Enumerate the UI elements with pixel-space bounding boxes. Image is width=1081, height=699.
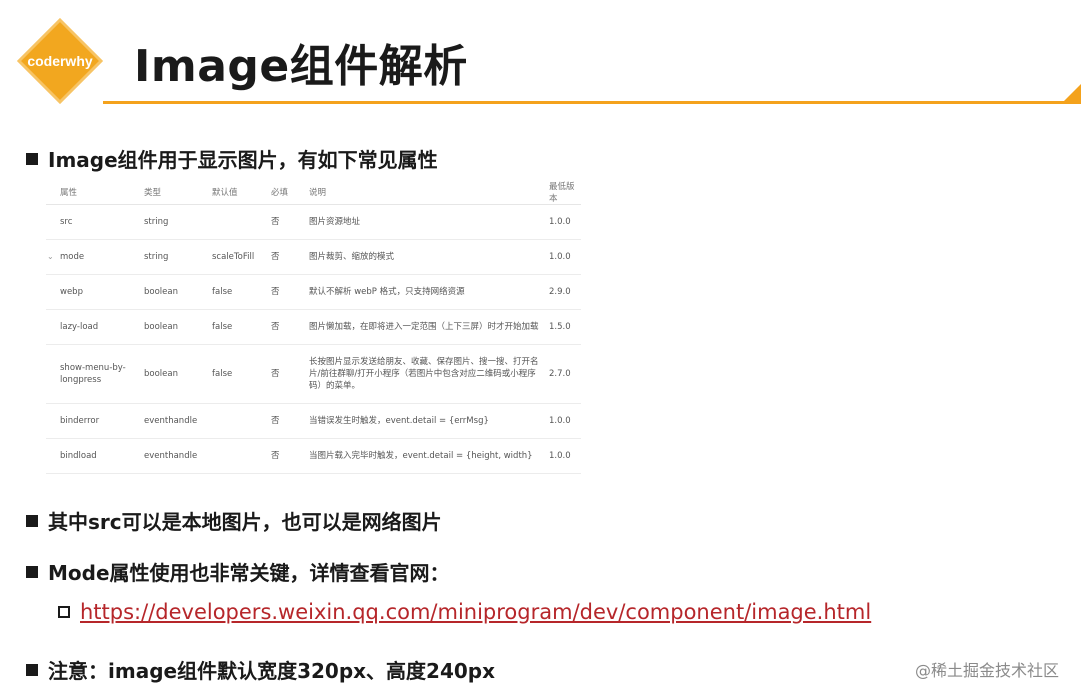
cell-description: 图片资源地址 bbox=[309, 204, 549, 240]
bullet-square-icon bbox=[26, 514, 38, 527]
cell-name: show-menu-by-longpress bbox=[46, 344, 144, 404]
cell-description: 当错误发生时触发，event.detail = {errMsg} bbox=[309, 403, 549, 439]
header-type: 类型 bbox=[144, 180, 212, 205]
bullet-square-icon bbox=[26, 663, 38, 676]
cell-name: lazy-load bbox=[46, 309, 144, 345]
logo: coderwhy bbox=[16, 17, 104, 105]
header-default: 默认值 bbox=[212, 180, 271, 205]
cell-required: 否 bbox=[271, 438, 309, 474]
bullet-intro-text: Image组件用于显示图片，有如下常见属性 bbox=[48, 148, 438, 172]
cell-default bbox=[212, 403, 271, 439]
cell-description: 图片裁剪、缩放的模式 bbox=[309, 239, 549, 275]
title-divider bbox=[103, 101, 1067, 104]
bullet-square-icon bbox=[26, 565, 38, 578]
cell-default bbox=[212, 438, 271, 474]
header-attr: 属性 bbox=[46, 180, 144, 205]
table-row: show-menu-by-longpress boolean false 否 长… bbox=[46, 344, 581, 404]
cell-type: string bbox=[144, 239, 212, 275]
attribute-table: 属性 类型 默认值 必填 说明 最低版本 src string 否 图片资源地址… bbox=[46, 180, 581, 474]
watermark: @稀土掘金技术社区 bbox=[914, 661, 1059, 680]
cell-default: scaleToFill bbox=[212, 239, 271, 275]
bullet-note: 注意：image组件默认宽度320px、高度240px bbox=[26, 655, 495, 684]
title-corner-accent bbox=[1061, 84, 1081, 104]
table-row: binderror eventhandle 否 当错误发生时触发，event.d… bbox=[46, 403, 581, 439]
cell-default: false bbox=[212, 309, 271, 345]
header-required: 必填 bbox=[271, 180, 309, 205]
table-row: webp boolean false 否 默认不解析 webP 格式，只支持网络… bbox=[46, 274, 581, 310]
bullet-note-text: 注意：image组件默认宽度320px、高度240px bbox=[48, 659, 496, 683]
chevron-down-icon[interactable]: ⌄ bbox=[47, 251, 54, 263]
cell-name: src bbox=[46, 204, 144, 240]
cell-type: boolean bbox=[144, 344, 212, 404]
header-version: 最低版本 bbox=[549, 180, 581, 205]
cell-version: 1.0.0 bbox=[549, 403, 581, 439]
cell-name-text: mode bbox=[60, 251, 85, 262]
cell-version: 2.7.0 bbox=[549, 344, 581, 404]
cell-type: string bbox=[144, 204, 212, 240]
page-title: Image组件解析 bbox=[134, 41, 468, 92]
cell-type: boolean bbox=[144, 274, 212, 310]
cell-type: eventhandle bbox=[144, 403, 212, 439]
cell-required: 否 bbox=[271, 344, 309, 404]
cell-version: 1.5.0 bbox=[549, 309, 581, 345]
cell-default: false bbox=[212, 344, 271, 404]
cell-name: ⌄ mode bbox=[46, 239, 144, 275]
bullet-mode-text: Mode属性使用也非常关键，详情查看官网： bbox=[48, 561, 450, 585]
table-row: lazy-load boolean false 否 图片懒加载，在即将进入一定范… bbox=[46, 309, 581, 345]
bullet-intro: Image组件用于显示图片，有如下常见属性 bbox=[26, 144, 438, 173]
table-row: ⌄ mode string scaleToFill 否 图片裁剪、缩放的模式 1.… bbox=[46, 239, 581, 275]
table-row: src string 否 图片资源地址 1.0.0 bbox=[46, 204, 581, 240]
cell-description: 当图片载入完毕时触发，event.detail = {height, width… bbox=[309, 438, 549, 474]
official-docs-link[interactable]: https://developers.weixin.qq.com/minipro… bbox=[80, 600, 871, 624]
table-header-row: 属性 类型 默认值 必填 说明 最低版本 bbox=[46, 180, 581, 205]
table-row: bindload eventhandle 否 当图片载入完毕时触发，event.… bbox=[46, 438, 581, 474]
cell-version: 1.0.0 bbox=[549, 438, 581, 474]
bullet-square-icon bbox=[26, 152, 38, 165]
cell-required: 否 bbox=[271, 403, 309, 439]
cell-required: 否 bbox=[271, 274, 309, 310]
bullet-hollow-square-icon bbox=[58, 606, 70, 618]
cell-name: bindload bbox=[46, 438, 144, 474]
cell-type: boolean bbox=[144, 309, 212, 345]
cell-name: binderror bbox=[46, 403, 144, 439]
cell-description: 长按图片显示发送给朋友、收藏、保存图片、搜一搜、打开名片/前往群聊/打开小程序（… bbox=[309, 344, 549, 404]
cell-default: false bbox=[212, 274, 271, 310]
cell-name: webp bbox=[46, 274, 144, 310]
cell-version: 1.0.0 bbox=[549, 204, 581, 240]
cell-description: 图片懒加载，在即将进入一定范围（上下三屏）时才开始加载 bbox=[309, 309, 549, 345]
bullet-mode: Mode属性使用也非常关键，详情查看官网： bbox=[26, 557, 450, 586]
bullet-src: 其中src可以是本地图片，也可以是网络图片 bbox=[26, 506, 442, 535]
cell-version: 1.0.0 bbox=[549, 239, 581, 275]
cell-type: eventhandle bbox=[144, 438, 212, 474]
bullet-src-text: 其中src可以是本地图片，也可以是网络图片 bbox=[48, 510, 442, 534]
cell-required: 否 bbox=[271, 239, 309, 275]
bullet-link: https://developers.weixin.qq.com/minipro… bbox=[58, 600, 871, 624]
cell-default bbox=[212, 204, 271, 240]
cell-version: 2.9.0 bbox=[549, 274, 581, 310]
cell-description: 默认不解析 webP 格式，只支持网络资源 bbox=[309, 274, 549, 310]
logo-text: coderwhy bbox=[27, 53, 93, 69]
header-description: 说明 bbox=[309, 180, 549, 205]
cell-required: 否 bbox=[271, 204, 309, 240]
cell-required: 否 bbox=[271, 309, 309, 345]
